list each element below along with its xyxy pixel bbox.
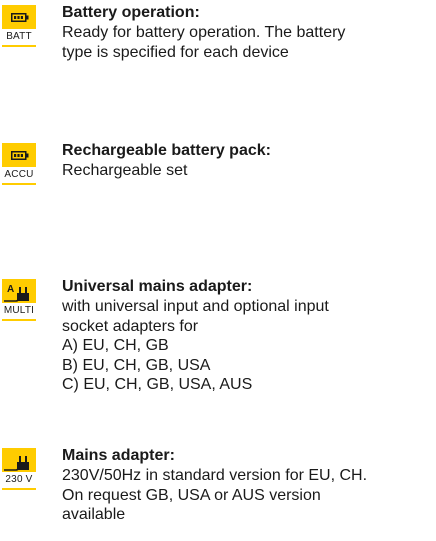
230v-badge: 230 V (0, 446, 44, 494)
entry-title: Universal mains adapter: (62, 278, 253, 295)
badge-underline (2, 183, 36, 185)
description-line: socket adapters for (62, 317, 199, 335)
description-line: with universal input and optional input (62, 298, 329, 315)
description-line: 230V/50Hz in standard version for EU, CH… (62, 467, 368, 484)
description-line: type is specified for each device (62, 43, 289, 61)
description-line: Ready for battery operation. The battery (62, 24, 346, 41)
description-line: B) EU, CH, GB, USA (62, 356, 211, 374)
230v-code: 230 V (5, 474, 33, 485)
entry-description: Ready for battery operation. The battery… (62, 23, 434, 62)
multi-code: MULTI (3, 305, 35, 316)
accu-badge: ACCU (0, 141, 44, 189)
plug-icon (2, 448, 36, 472)
entry-text: Mains adapter: 230V/50Hz in standard ver… (62, 446, 434, 525)
badge-underline (2, 319, 36, 321)
entry-title: Rechargeable battery pack: (62, 142, 271, 159)
batt-code: BATT (6, 31, 32, 42)
entry-text: Rechargeable battery pack: Rechargeable … (62, 141, 434, 181)
batt-badge: BATT (0, 3, 44, 51)
battery-icon (2, 143, 36, 167)
entry-title: Mains adapter: (62, 447, 175, 464)
description-line: available (62, 506, 126, 523)
entry-description: Rechargeable set (62, 161, 434, 181)
accu-code: ACCU (4, 169, 34, 180)
entry-description: with universal input and optional input … (62, 297, 434, 395)
entry-title: Battery operation: (62, 4, 200, 21)
entry-description: 230V/50Hz in standard version for EU, CH… (62, 466, 434, 525)
plug-letter: A (7, 284, 14, 295)
badge-underline (2, 45, 36, 47)
battery-icon (2, 5, 36, 29)
description-line: Rechargeable set (62, 162, 188, 179)
description-line: A) EU, CH, GB (62, 337, 169, 354)
badge-underline (2, 488, 36, 490)
plug-icon: A (2, 279, 36, 303)
description-line: On request GB, USA or AUS version (62, 486, 321, 504)
entry-text: Battery operation: Ready for battery ope… (62, 3, 434, 62)
description-line: C) EU, CH, GB, USA, AUS (62, 376, 253, 393)
entry-text: Universal mains adapter: with universal … (62, 277, 434, 395)
multi-badge: A MULTI (0, 277, 44, 325)
